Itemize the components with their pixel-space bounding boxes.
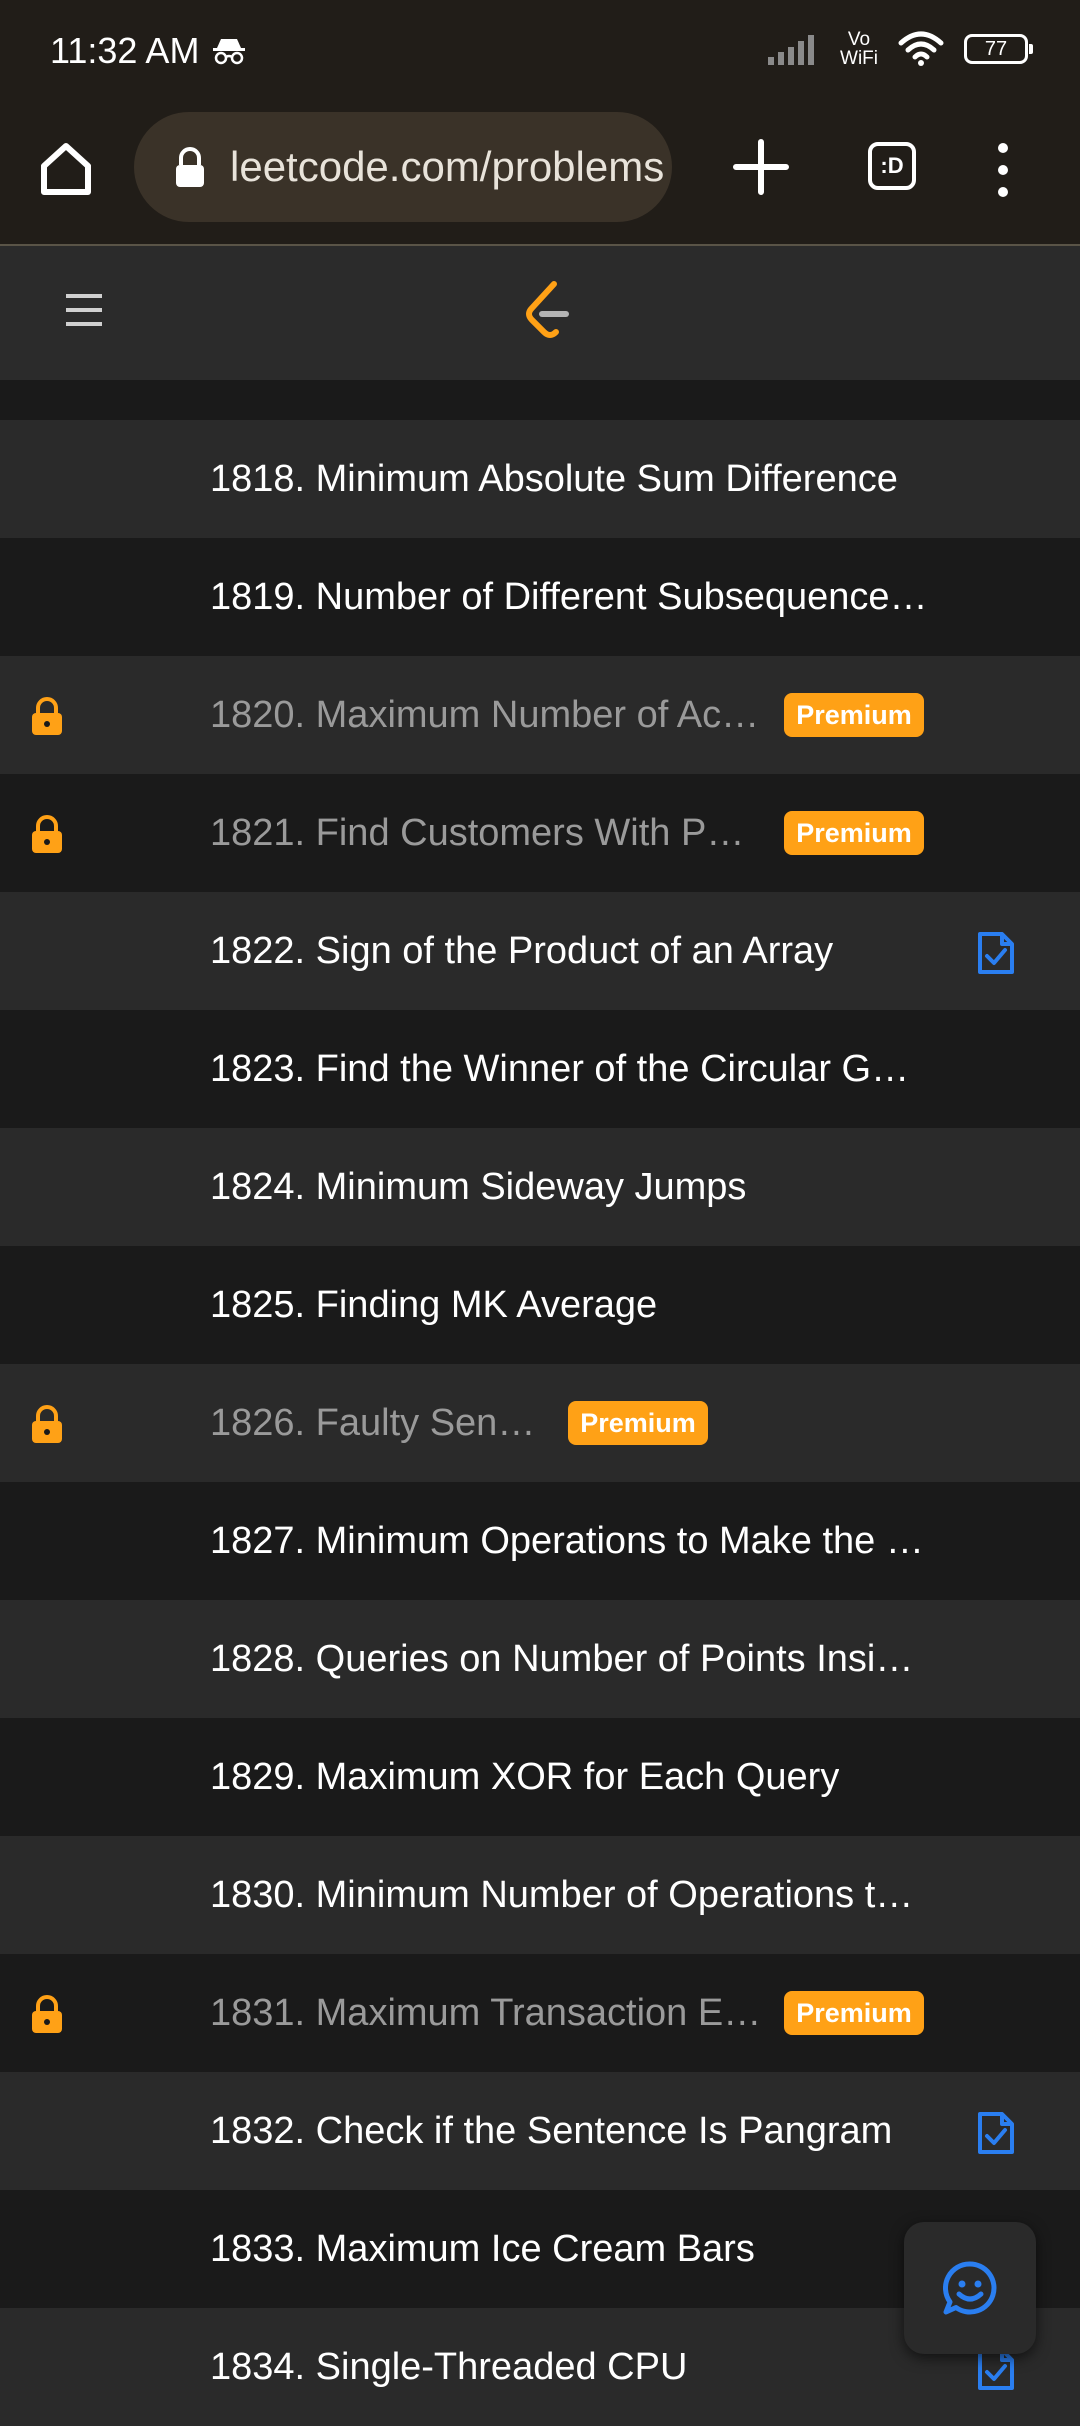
wifi-label: WiFi — [840, 48, 878, 69]
problem-row[interactable]: 1830. Minimum Number of Operations t… — [0, 1836, 1080, 1954]
premium-badge: Premium — [568, 1401, 708, 1445]
problem-row[interactable]: 1822. Sign of the Product of an Array — [0, 892, 1080, 1010]
home-icon[interactable] — [36, 138, 96, 198]
solved-check-icon — [978, 932, 1014, 974]
problem-row[interactable]: 1825. Finding MK Average — [0, 1246, 1080, 1364]
premium-lock-icon — [32, 1405, 62, 1443]
lock-icon — [176, 147, 204, 187]
chat-fab[interactable] — [904, 2222, 1036, 2354]
vo-label: Vo — [847, 29, 871, 50]
solved-check-icon — [978, 2112, 1014, 2154]
problem-row[interactable]: 1820. Maximum Number of Ac… Premium — [0, 656, 1080, 774]
browser-toolbar: leetcode.com/problems :D — [0, 106, 1080, 246]
problem-row[interactable]: 1828. Queries on Number of Points Insi… — [0, 1600, 1080, 1718]
problem-title[interactable]: 1821. Find Customers With Po… — [210, 812, 764, 855]
problem-title[interactable]: 1834. Single-Threaded CPU — [210, 2346, 687, 2389]
problem-title[interactable]: 1832. Check if the Sentence Is Pangram — [210, 2110, 892, 2153]
problem-row[interactable]: 1824. Minimum Sideway Jumps — [0, 1128, 1080, 1246]
problem-title[interactable]: 1822. Sign of the Product of an Array — [210, 930, 833, 973]
premium-badge: Premium — [784, 1991, 924, 2035]
header-gap — [0, 380, 1080, 420]
incognito-icon — [213, 39, 246, 65]
tabs-label: :D — [880, 153, 904, 178]
chat-smile-icon — [942, 2261, 997, 2315]
problem-row[interactable]: 1829. Maximum XOR for Each Query — [0, 1718, 1080, 1836]
problem-title[interactable]: 1833. Maximum Ice Cream Bars — [210, 2228, 755, 2271]
status-time-group: 11:32 AM — [50, 30, 247, 72]
more-icon[interactable] — [990, 140, 1016, 200]
problem-row[interactable]: 1826. Faulty Sensor Premium — [0, 1364, 1080, 1482]
problem-row[interactable]: 1832. Check if the Sentence Is Pangram — [0, 2072, 1080, 2190]
status-time: 11:32 AM — [50, 30, 200, 71]
problem-title[interactable]: 1830. Minimum Number of Operations t… — [210, 1874, 913, 1917]
new-tab-icon[interactable] — [730, 136, 792, 198]
tabs-switcher-button[interactable]: :D — [868, 142, 916, 190]
problem-row[interactable]: 1831. Maximum Transaction E… Premium — [0, 1954, 1080, 2072]
premium-badge: Premium — [784, 693, 924, 737]
problem-list: 1818. Minimum Absolute Sum Difference 181… — [0, 420, 1080, 2426]
problem-row[interactable]: 1821. Find Customers With Po… Premium — [0, 774, 1080, 892]
problem-title[interactable]: 1819. Number of Different Subsequence… — [210, 576, 928, 619]
site-header — [0, 246, 1080, 380]
problem-title[interactable]: 1831. Maximum Transaction E… — [210, 1992, 761, 2035]
problem-title[interactable]: 1824. Minimum Sideway Jumps — [210, 1166, 746, 1209]
battery-level: 77 — [984, 37, 1008, 60]
problem-title[interactable]: 1820. Maximum Number of Ac… — [210, 694, 759, 737]
vowifi-indicator: Vo WiFi — [840, 30, 878, 68]
problem-row[interactable]: 1819. Number of Different Subsequence… — [0, 538, 1080, 656]
signal-icon — [768, 35, 815, 65]
problem-title[interactable]: 1825. Finding MK Average — [210, 1284, 657, 1327]
leetcode-logo[interactable] — [518, 280, 574, 344]
premium-lock-icon — [32, 1995, 62, 2033]
problem-title[interactable]: 1823. Find the Winner of the Circular Ga… — [210, 1048, 930, 1091]
problem-title[interactable]: 1829. Maximum XOR for Each Query — [210, 1756, 839, 1799]
hamburger-icon[interactable] — [64, 290, 104, 330]
problem-row[interactable]: 1823. Find the Winner of the Circular Ga… — [0, 1010, 1080, 1128]
status-icons: Vo WiFi 77 — [768, 30, 1033, 68]
status-bar: 11:32 AM Vo WiFi 77 — [0, 0, 1080, 106]
problem-title[interactable]: 1828. Queries on Number of Points Insi… — [210, 1638, 913, 1681]
url-text: leetcode.com/problems — [230, 143, 665, 190]
battery-indicator: 77 — [964, 34, 1033, 64]
premium-badge: Premium — [784, 811, 924, 855]
url-bar[interactable]: leetcode.com/problems — [134, 112, 672, 222]
problem-row[interactable]: 1827. Minimum Operations to Make the … — [0, 1482, 1080, 1600]
premium-lock-icon — [32, 815, 62, 853]
wifi-icon — [898, 31, 944, 66]
premium-lock-icon — [32, 697, 62, 735]
problem-title[interactable]: 1818. Minimum Absolute Sum Difference — [210, 458, 898, 501]
problem-title[interactable]: 1827. Minimum Operations to Make the … — [210, 1520, 924, 1563]
problem-row[interactable]: 1818. Minimum Absolute Sum Difference — [0, 420, 1080, 538]
problem-title[interactable]: 1826. Faulty Sensor — [210, 1402, 548, 1445]
